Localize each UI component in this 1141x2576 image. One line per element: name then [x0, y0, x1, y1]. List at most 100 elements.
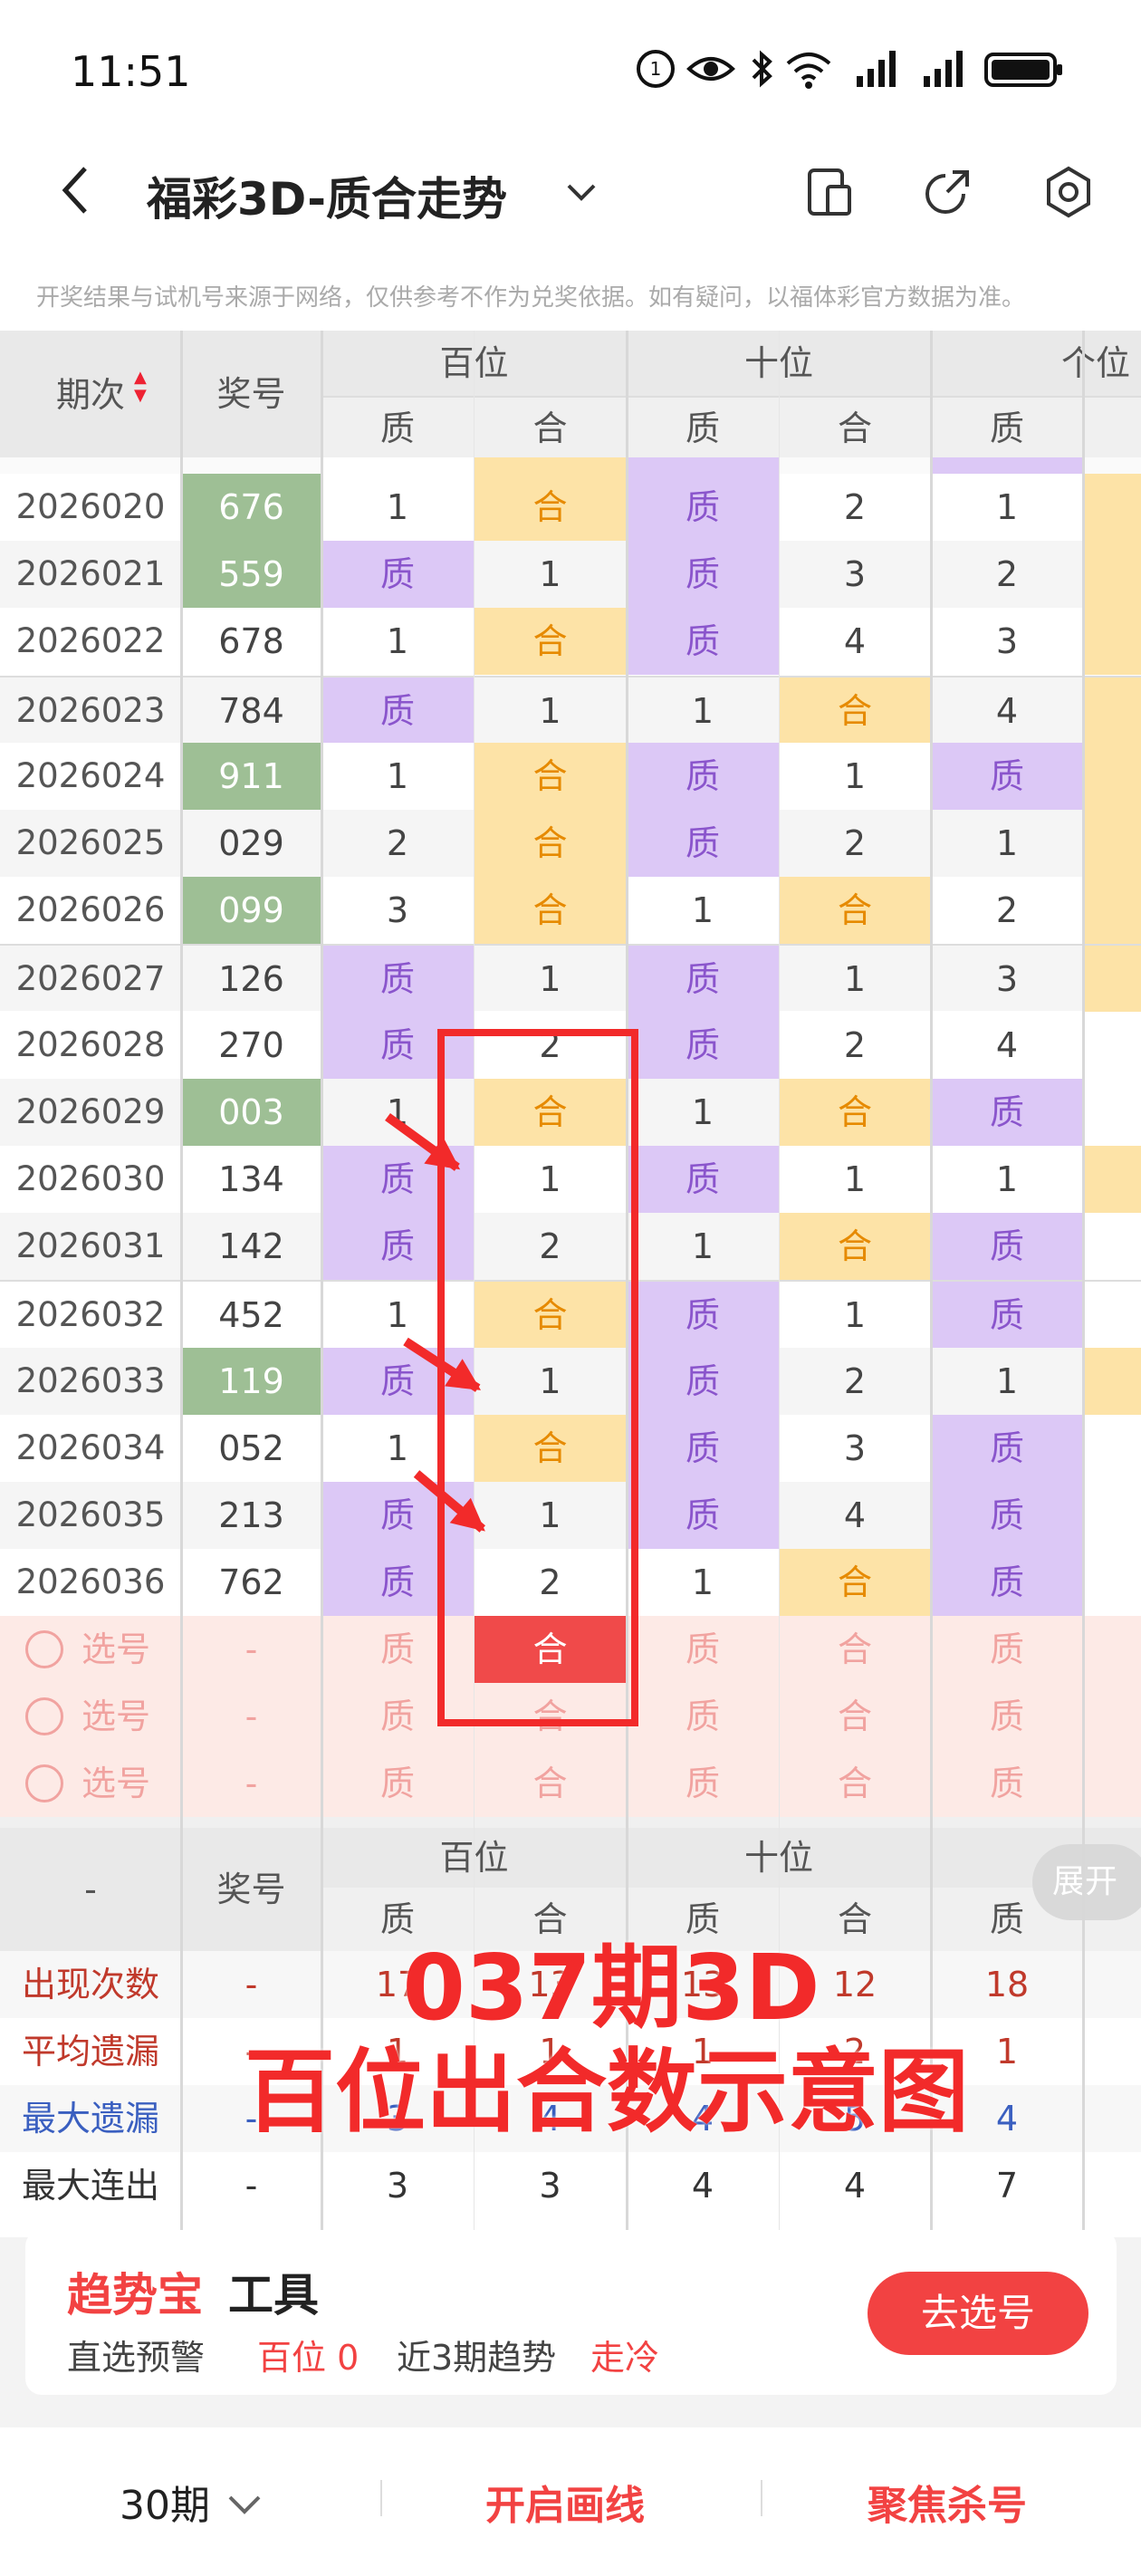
column-header-period[interactable]: 期次 ▲ ▼ [0, 331, 181, 457]
select-option[interactable]: 质 [627, 1683, 779, 1750]
select-dash: - [244, 1697, 258, 1737]
column-sub-header: 合 [474, 396, 627, 457]
radio-icon[interactable] [25, 1764, 63, 1803]
select-option[interactable]: 质 [931, 1750, 1083, 1817]
trend-cell: 1 [843, 959, 867, 1000]
partial-cell [931, 457, 1083, 474]
trend-cell: 2 [843, 487, 867, 527]
table-row: 2026026 099 3 合 1 合 2 [0, 877, 1141, 945]
trend-cell: 质 [931, 1282, 1083, 1350]
period-label: 30期 [120, 2483, 210, 2529]
bottom-toolbar: 30期 开启画线 聚焦杀号 [0, 2427, 1141, 2576]
table-row: 2026024 911 1 合质 1 质 [0, 742, 1141, 810]
trend-cell: 1 [995, 823, 1019, 863]
select-option[interactable]: 合 [474, 1750, 627, 1817]
chevron-down-icon[interactable] [563, 174, 599, 210]
stats-value: 3 [386, 2166, 409, 2206]
trend-cell: 质 [931, 1549, 1083, 1617]
trend-cell: 质 [627, 1011, 779, 1079]
trend-cell: 质 [627, 608, 779, 676]
trend-cell: 质 [627, 1414, 779, 1482]
trend-cell: 4 [843, 621, 867, 662]
trend-cell: 1 [386, 487, 409, 527]
trend-cell: 1 [539, 554, 561, 595]
select-row[interactable]: 选号 - 质合质合质 [0, 1750, 1141, 1818]
trend-cell: 2 [843, 1024, 867, 1065]
trend-cell: 1 [843, 1295, 867, 1336]
page-title[interactable]: 福彩3D-质合走势 [147, 163, 507, 228]
trend-cell-overflow [1083, 1213, 1141, 1281]
number-cell: 270 [218, 1024, 284, 1065]
select-label[interactable]: 选号 [82, 1683, 163, 1750]
trend-cell: 2 [995, 890, 1019, 931]
cellular-icon [857, 51, 896, 87]
period-cell: 2026032 [15, 1295, 166, 1335]
focus-kill-button[interactable]: 聚焦杀号 [868, 2473, 1027, 2531]
period-cell: 2026031 [15, 1226, 166, 1266]
select-option[interactable]: 质 [627, 1616, 779, 1683]
trend-cell: 合 [779, 1213, 931, 1281]
trend-cell: 3 [386, 890, 409, 931]
trend-cell-overflow [1083, 1482, 1141, 1549]
eye-icon [686, 57, 735, 81]
partial-cell [627, 457, 779, 474]
trend-cell: 1 [995, 487, 1019, 527]
go-select-button[interactable]: 去选号 [868, 2272, 1088, 2355]
trend-cell: 3 [995, 959, 1019, 1000]
device-icon[interactable] [801, 163, 858, 221]
tool-label: 工具 [228, 2269, 319, 2321]
select-dash: - [244, 1629, 258, 1670]
sort-icon[interactable]: ▲ ▼ [134, 369, 147, 405]
select-option[interactable]: 质 [931, 1683, 1083, 1750]
trend-cell: 1 [691, 690, 714, 731]
trend-cell: 质 [931, 1213, 1083, 1281]
select-option[interactable]: 质 [321, 1750, 474, 1817]
select-label[interactable]: 选号 [82, 1616, 163, 1683]
stats-label: 最大连出 [21, 2166, 159, 2206]
column-header-number: 奖号 [181, 331, 321, 457]
radio-icon[interactable] [25, 1697, 63, 1736]
draw-lines-button[interactable]: 开启画线 [485, 2473, 645, 2531]
number-cell: 213 [218, 1495, 284, 1535]
alert-value: 百位 0 [257, 2338, 360, 2378]
settings-icon[interactable] [1040, 163, 1098, 221]
trend-cell-overflow [1083, 1011, 1141, 1079]
select-option[interactable]: 质 [931, 1616, 1083, 1683]
trend-cell: 1 [691, 1226, 714, 1267]
radio-icon[interactable] [25, 1630, 63, 1669]
select-option[interactable]: 合 [779, 1750, 931, 1817]
status-bar: 11:51 1 [0, 0, 1141, 136]
number-cell: 784 [218, 690, 284, 731]
trend-cell: 4 [843, 1495, 867, 1535]
trend-cell-overflow [1083, 541, 1141, 609]
trend-cell: 2 [386, 823, 409, 863]
share-icon[interactable] [918, 163, 976, 221]
cellular-icon [924, 51, 963, 87]
period-cell: 2026025 [15, 823, 166, 862]
trend-cell: 质 [321, 946, 474, 1014]
expand-button[interactable]: 展开 [1032, 1844, 1141, 1921]
select-option[interactable]: 质 [627, 1750, 779, 1817]
trend-cell: 合 [474, 810, 627, 877]
footer-header-number: 奖号 [181, 1828, 321, 1952]
clock: 11:51 [71, 47, 191, 96]
divider [380, 2480, 382, 2516]
divider [0, 1817, 1141, 1829]
trend-cell: 质 [627, 474, 779, 541]
trend-cell: 质 [627, 1482, 779, 1549]
period-cell: 2026036 [15, 1562, 166, 1602]
select-label[interactable]: 选号 [82, 1750, 163, 1817]
trend-cell: 2 [995, 554, 1019, 595]
trend-cell: 质 [627, 1146, 779, 1213]
number-cell: 676 [181, 474, 321, 541]
number-cell: 452 [218, 1295, 284, 1336]
select-option[interactable]: 合 [779, 1683, 931, 1750]
period-selector[interactable]: 30期 [120, 2473, 263, 2531]
trend-cell: 质 [627, 742, 779, 810]
partial-cell [474, 457, 627, 474]
back-arrow-icon[interactable] [54, 163, 100, 217]
period-cell: 2026022 [15, 621, 166, 661]
select-option[interactable]: 合 [779, 1616, 931, 1683]
wifi-icon [786, 53, 831, 89]
table-row: 2026021 559 质 1 质 3 2 [0, 541, 1141, 609]
